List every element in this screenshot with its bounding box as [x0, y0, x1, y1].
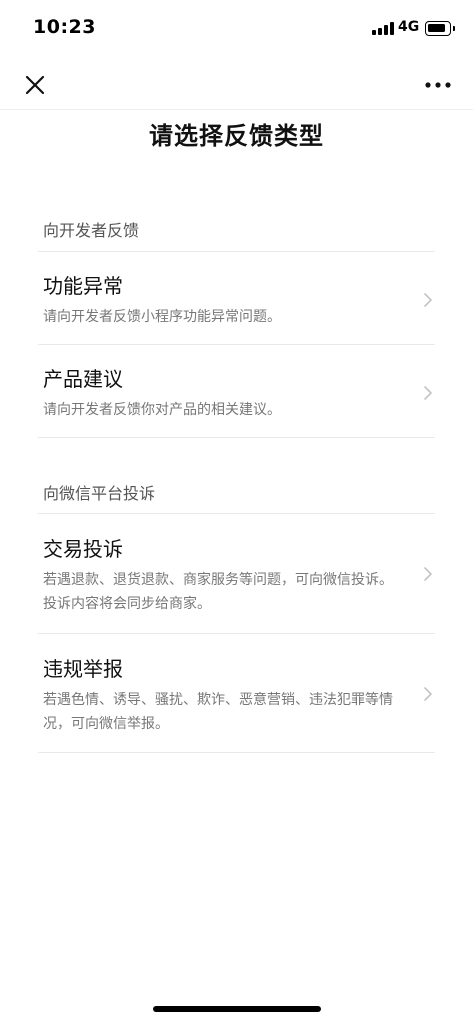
option-title: 交易投诉 — [43, 537, 123, 561]
battery-icon — [425, 21, 455, 36]
nav-bar — [0, 58, 473, 110]
option-violation-report[interactable]: 违规举报 若遇色情、诱导、骚扰、欺诈、恶意营销、违法犯罪等情况，可向微信举报。 — [0, 634, 473, 753]
more-button[interactable] — [418, 70, 458, 100]
signal-icon — [372, 22, 394, 35]
option-function-error[interactable]: 功能异常 请向开发者反馈小程序功能异常问题。 — [0, 252, 473, 344]
option-transaction-complaint[interactable]: 交易投诉 若遇退款、退货退款、商家服务等问题，可向微信投诉。投诉内容将会同步给商… — [0, 514, 473, 633]
option-description: 若遇退款、退货退款、商家服务等问题，可向微信投诉。投诉内容将会同步给商家。 — [43, 572, 393, 612]
option-description: 请向开发者反馈你对产品的相关建议。 — [43, 402, 281, 418]
option-description: 请向开发者反馈小程序功能异常问题。 — [43, 309, 281, 325]
home-indicator[interactable] — [153, 1006, 321, 1012]
divider — [38, 437, 435, 438]
option-title: 违规举报 — [43, 657, 123, 681]
chevron-right-icon — [422, 292, 434, 308]
option-title: 产品建议 — [43, 367, 123, 391]
section-header-wechat: 向微信平台投诉 — [43, 484, 156, 503]
close-button[interactable] — [20, 70, 50, 100]
page-title: 请选择反馈类型 — [149, 122, 324, 150]
close-icon — [25, 75, 45, 95]
more-icon — [425, 82, 451, 88]
status-time: 10:23 — [33, 16, 96, 38]
divider — [38, 752, 435, 753]
section-header-developer: 向开发者反馈 — [43, 221, 140, 240]
option-product-suggestion[interactable]: 产品建议 请向开发者反馈你对产品的相关建议。 — [0, 345, 473, 437]
network-type: 4G — [398, 19, 420, 35]
status-bar: 10:23 4G — [0, 0, 473, 58]
chevron-right-icon — [422, 385, 434, 401]
option-title: 功能异常 — [43, 274, 123, 298]
chevron-right-icon — [422, 566, 434, 582]
option-description: 若遇色情、诱导、骚扰、欺诈、恶意营销、违法犯罪等情况，可向微信举报。 — [43, 692, 393, 732]
chevron-right-icon — [422, 686, 434, 702]
